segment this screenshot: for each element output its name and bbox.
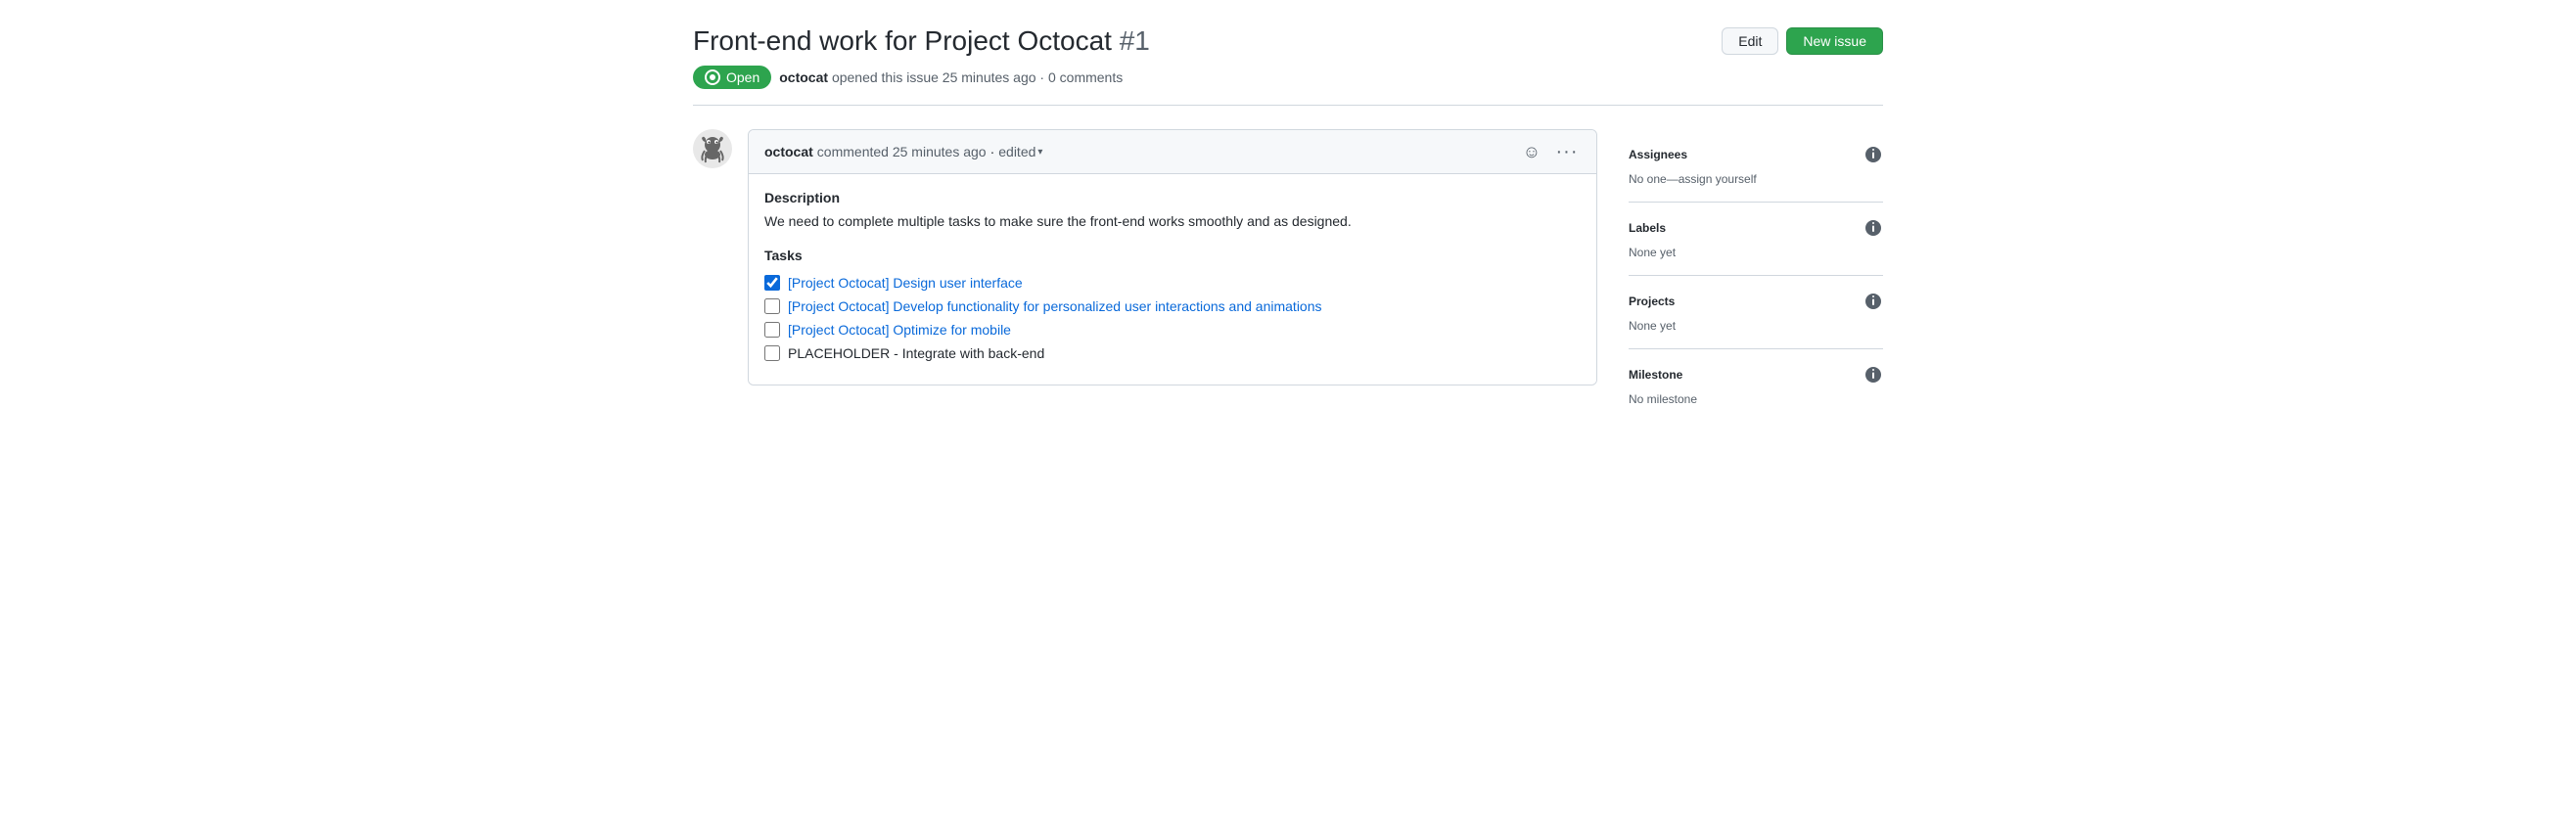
comment-author-info: octocat commented 25 minutes ago · edite…: [764, 144, 1042, 159]
sidebar-labels-section: Labels None yet: [1629, 203, 1883, 276]
avatar: [693, 129, 732, 168]
comment-header: octocat commented 25 minutes ago · edite…: [749, 130, 1596, 174]
comment-box: octocat commented 25 minutes ago · edite…: [748, 129, 1597, 385]
sidebar-milestone-header: Milestone: [1629, 365, 1883, 385]
sidebar-labels-header: Labels: [1629, 218, 1883, 238]
task-checkbox-4[interactable]: [764, 345, 780, 361]
sidebar-milestone-section: Milestone No milestone: [1629, 349, 1883, 422]
issue-sidebar: Assignees No one—assign yourself Labels: [1629, 129, 1883, 422]
assignees-gear-button[interactable]: [1863, 145, 1883, 164]
sidebar-projects-header: Projects: [1629, 292, 1883, 311]
projects-gear-button[interactable]: [1863, 292, 1883, 311]
sidebar-projects-section: Projects None yet: [1629, 276, 1883, 349]
milestone-title: Milestone: [1629, 368, 1682, 382]
emoji-reaction-button[interactable]: ☺: [1518, 138, 1545, 165]
issue-number: #1: [1120, 25, 1150, 56]
task-link-2[interactable]: [Project Octocat] Develop functionality …: [788, 298, 1322, 314]
issue-main: octocat commented 25 minutes ago · edite…: [693, 129, 1597, 422]
comment-author[interactable]: octocat: [764, 144, 813, 159]
milestone-value: No milestone: [1629, 392, 1883, 406]
tasks-title: Tasks: [764, 248, 1581, 263]
author-link[interactable]: octocat: [779, 69, 828, 85]
task-text-4: PLACEHOLDER - Integrate with back-end: [788, 345, 1044, 361]
assign-yourself-link[interactable]: No one—assign yourself: [1629, 172, 1757, 186]
task-checkbox-2[interactable]: [764, 298, 780, 314]
new-issue-button[interactable]: New issue: [1786, 27, 1883, 55]
task-checkbox-3[interactable]: [764, 322, 780, 338]
sidebar-assignees-section: Assignees No one—assign yourself: [1629, 129, 1883, 203]
header-divider: [693, 105, 1883, 106]
issue-body-layout: octocat commented 25 minutes ago · edite…: [693, 129, 1883, 422]
labels-gear-button[interactable]: [1863, 218, 1883, 238]
issue-title: Front-end work for Project Octocat #1: [693, 23, 1150, 58]
projects-title: Projects: [1629, 295, 1675, 308]
description-text: We need to complete multiple tasks to ma…: [764, 211, 1581, 232]
header-actions: Edit New issue: [1722, 27, 1883, 55]
more-options-button[interactable]: ···: [1553, 138, 1581, 165]
task-link-1[interactable]: [Project Octocat] Design user interface: [788, 275, 1023, 291]
projects-value: None yet: [1629, 319, 1883, 333]
milestone-gear-button[interactable]: [1863, 365, 1883, 385]
comment-body: Description We need to complete multiple…: [749, 174, 1596, 385]
comment-timestamp: commented 25 minutes ago: [817, 144, 987, 159]
assignees-title: Assignees: [1629, 148, 1687, 161]
assignees-value: No one—assign yourself: [1629, 172, 1883, 186]
labels-title: Labels: [1629, 221, 1666, 235]
labels-value: None yet: [1629, 246, 1883, 259]
list-item: [Project Octocat] Optimize for mobile: [764, 322, 1581, 338]
list-item: PLACEHOLDER - Integrate with back-end: [764, 345, 1581, 361]
list-item: [Project Octocat] Design user interface: [764, 275, 1581, 291]
task-list: [Project Octocat] Design user interface …: [764, 275, 1581, 361]
open-icon: [705, 69, 720, 85]
status-badge: Open: [693, 66, 771, 89]
description-title: Description: [764, 190, 1581, 205]
task-checkbox-1[interactable]: [764, 275, 780, 291]
issue-meta-text: octocat opened this issue 25 minutes ago…: [779, 69, 1123, 85]
comment-container: octocat commented 25 minutes ago · edite…: [693, 129, 1597, 385]
list-item: [Project Octocat] Develop functionality …: [764, 298, 1581, 314]
issue-meta: Open octocat opened this issue 25 minute…: [693, 66, 1883, 89]
sidebar-assignees-header: Assignees: [1629, 145, 1883, 164]
task-link-3[interactable]: [Project Octocat] Optimize for mobile: [788, 322, 1011, 338]
comment-header-actions: ☺ ···: [1518, 138, 1581, 165]
edit-button[interactable]: Edit: [1722, 27, 1778, 55]
comment-edited-label[interactable]: edited ▾: [998, 144, 1042, 159]
